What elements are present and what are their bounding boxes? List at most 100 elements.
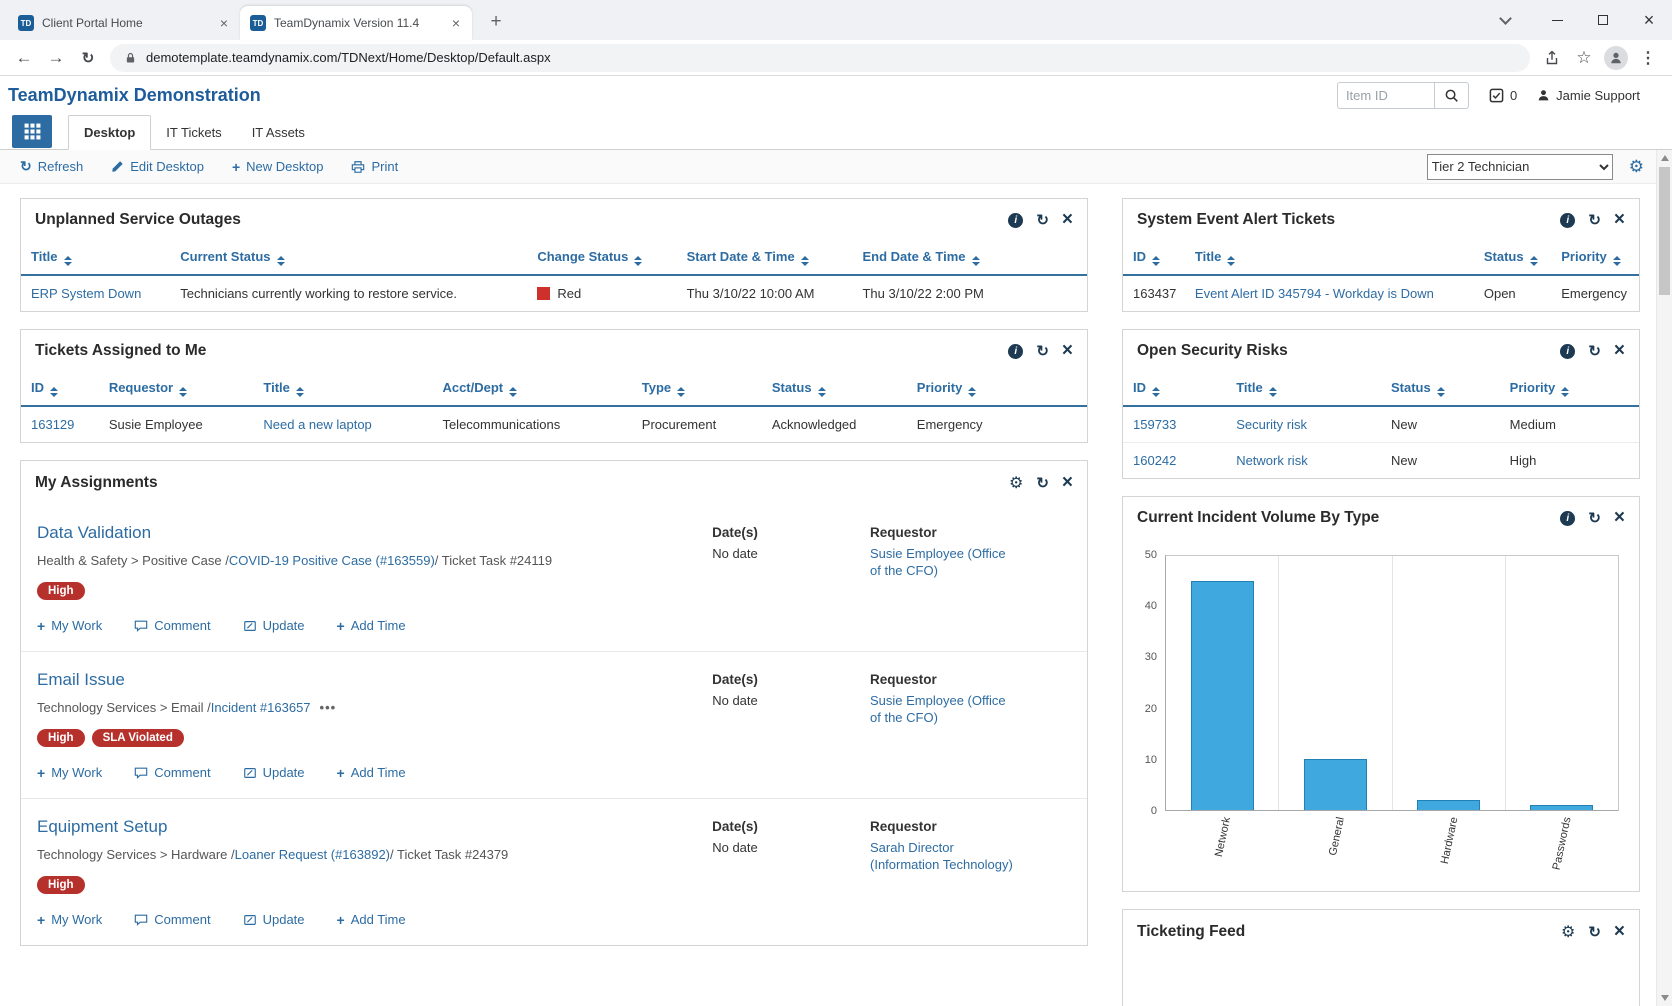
info-icon[interactable] bbox=[1560, 510, 1576, 526]
browser-tab-client-portal[interactable]: TD Client Portal Home bbox=[8, 6, 241, 40]
breadcrumb-link[interactable]: Loaner Request (#163892) bbox=[235, 847, 390, 862]
my-work-action[interactable]: My Work bbox=[37, 618, 102, 633]
col-header-priority[interactable]: Priority bbox=[906, 372, 1087, 407]
window-maximize-button[interactable] bbox=[1580, 0, 1626, 40]
reload-icon[interactable] bbox=[74, 44, 102, 72]
update-action[interactable]: Update bbox=[243, 618, 305, 633]
scrollbar-thumb[interactable] bbox=[1659, 167, 1670, 295]
assignment-title-link[interactable]: Data Validation bbox=[37, 523, 151, 543]
col-header-id[interactable]: ID bbox=[21, 372, 99, 407]
col-header-priority[interactable]: Priority bbox=[1499, 372, 1639, 407]
close-icon[interactable] bbox=[1614, 510, 1625, 525]
comment-action[interactable]: Comment bbox=[134, 618, 211, 633]
user-menu[interactable]: Jamie Support bbox=[1537, 88, 1640, 103]
more-options-icon[interactable] bbox=[320, 700, 337, 715]
comment-action[interactable]: Comment bbox=[134, 765, 211, 780]
edit-desktop-button[interactable]: Edit Desktop bbox=[111, 159, 204, 174]
scrollbar-down-arrow-icon[interactable] bbox=[1661, 995, 1669, 1001]
refresh-icon[interactable] bbox=[1588, 211, 1601, 229]
risk-id-link[interactable]: 160242 bbox=[1133, 453, 1176, 468]
col-header-title[interactable]: Title bbox=[1184, 241, 1474, 276]
address-bar[interactable]: demotemplate.teamdynamix.com/TDNext/Home… bbox=[110, 43, 1530, 72]
col-header-current-status[interactable]: Current Status bbox=[170, 241, 528, 276]
assignment-title-link[interactable]: Equipment Setup bbox=[37, 817, 167, 837]
close-icon[interactable] bbox=[1614, 212, 1625, 227]
alert-title-link[interactable]: Event Alert ID 345794 - Workday is Down bbox=[1195, 286, 1434, 301]
col-header-type[interactable]: Type bbox=[631, 372, 762, 407]
scrollbar-up-arrow-icon[interactable] bbox=[1661, 155, 1669, 161]
tab-search-chevron-icon[interactable] bbox=[1482, 0, 1528, 40]
my-work-count[interactable]: 0 bbox=[1489, 88, 1517, 103]
col-header-requestor[interactable]: Requestor bbox=[98, 372, 254, 407]
risk-title-link[interactable]: Security risk bbox=[1236, 417, 1307, 432]
refresh-icon[interactable] bbox=[1036, 474, 1049, 492]
update-action[interactable]: Update bbox=[243, 912, 305, 927]
close-icon[interactable] bbox=[1614, 343, 1625, 358]
info-icon[interactable] bbox=[1008, 212, 1024, 228]
close-icon[interactable] bbox=[1614, 924, 1625, 939]
col-header-status[interactable]: Status bbox=[1380, 372, 1500, 407]
close-icon[interactable] bbox=[1062, 475, 1073, 490]
col-header-change-status[interactable]: Change Status bbox=[527, 241, 677, 276]
comment-action[interactable]: Comment bbox=[134, 912, 211, 927]
desktop-settings-gear-icon[interactable] bbox=[1629, 157, 1644, 177]
tab-it-tickets[interactable]: IT Tickets bbox=[151, 116, 236, 149]
col-header-id[interactable]: ID bbox=[1123, 241, 1185, 276]
col-header-end[interactable]: End Date & Time bbox=[852, 241, 1087, 276]
col-header-title[interactable]: Title bbox=[21, 241, 171, 276]
requestor-link[interactable]: Susie Employee (Office of the CFO) bbox=[870, 693, 1015, 727]
refresh-icon[interactable] bbox=[1588, 923, 1601, 941]
item-id-input[interactable] bbox=[1336, 81, 1435, 109]
col-header-id[interactable]: ID bbox=[1123, 372, 1227, 407]
gear-icon[interactable] bbox=[1561, 922, 1575, 942]
close-icon[interactable] bbox=[1062, 343, 1073, 358]
forward-icon[interactable] bbox=[42, 44, 70, 72]
gear-icon[interactable] bbox=[1009, 473, 1023, 493]
col-header-title[interactable]: Title bbox=[253, 372, 433, 407]
update-action[interactable]: Update bbox=[243, 765, 305, 780]
new-tab-button[interactable] bbox=[482, 8, 510, 36]
col-header-start[interactable]: Start Date & Time bbox=[676, 241, 853, 276]
close-icon[interactable] bbox=[1062, 212, 1073, 227]
share-icon[interactable] bbox=[1538, 44, 1566, 72]
breadcrumb-link[interactable]: Incident #163657 bbox=[211, 700, 311, 715]
refresh-icon[interactable] bbox=[1036, 211, 1049, 229]
add-time-action[interactable]: Add Time bbox=[337, 618, 406, 633]
breadcrumb-link[interactable]: COVID-19 Positive Case (#163559) bbox=[229, 553, 435, 568]
window-close-button[interactable] bbox=[1626, 0, 1672, 40]
my-work-action[interactable]: My Work bbox=[37, 765, 102, 780]
app-menu-button[interactable] bbox=[12, 115, 52, 148]
add-time-action[interactable]: Add Time bbox=[337, 765, 406, 780]
bookmark-star-icon[interactable] bbox=[1570, 44, 1598, 72]
browser-tab-teamdynamix[interactable]: TD TeamDynamix Version 11.4 bbox=[240, 6, 472, 40]
requestor-link[interactable]: Susie Employee (Office of the CFO) bbox=[870, 546, 1015, 580]
tab-desktop[interactable]: Desktop bbox=[68, 115, 152, 150]
refresh-icon[interactable] bbox=[1036, 342, 1049, 360]
assignment-title-link[interactable]: Email Issue bbox=[37, 670, 125, 690]
risk-title-link[interactable]: Network risk bbox=[1236, 453, 1308, 468]
outage-title-link[interactable]: ERP System Down bbox=[31, 286, 141, 301]
col-header-priority[interactable]: Priority bbox=[1551, 241, 1639, 276]
print-button[interactable]: Print bbox=[351, 159, 398, 174]
back-icon[interactable] bbox=[10, 44, 38, 72]
risk-id-link[interactable]: 159733 bbox=[1133, 417, 1176, 432]
col-header-status[interactable]: Status bbox=[1473, 241, 1552, 276]
refresh-button[interactable]: Refresh bbox=[20, 158, 84, 175]
col-header-status[interactable]: Status bbox=[761, 372, 907, 407]
tab-it-assets[interactable]: IT Assets bbox=[237, 116, 320, 149]
window-minimize-button[interactable] bbox=[1534, 0, 1580, 40]
col-header-title[interactable]: Title bbox=[1226, 372, 1381, 407]
requestor-link[interactable]: Sarah Director (Information Technology) bbox=[870, 840, 1015, 874]
desktop-selector[interactable]: Tier 2 Technician bbox=[1426, 153, 1613, 180]
profile-avatar[interactable] bbox=[1602, 44, 1630, 72]
ticket-id-link[interactable]: 163129 bbox=[31, 417, 74, 432]
refresh-icon[interactable] bbox=[1588, 509, 1601, 527]
new-desktop-button[interactable]: New Desktop bbox=[232, 159, 323, 174]
ticket-title-link[interactable]: Need a new laptop bbox=[263, 417, 371, 432]
info-icon[interactable] bbox=[1560, 212, 1576, 228]
tab-close-icon[interactable] bbox=[216, 15, 232, 31]
info-icon[interactable] bbox=[1560, 343, 1576, 359]
search-button[interactable] bbox=[1434, 81, 1469, 109]
info-icon[interactable] bbox=[1008, 343, 1024, 359]
add-time-action[interactable]: Add Time bbox=[337, 912, 406, 927]
